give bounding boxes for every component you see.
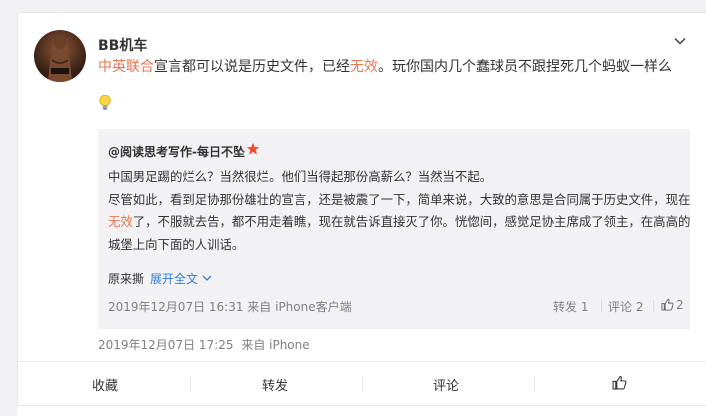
highlight-word[interactable]: 无效 — [108, 214, 133, 229]
thumbs-up-icon[interactable] — [612, 375, 627, 390]
thumbs-up-icon[interactable] — [661, 298, 674, 311]
favorite-button[interactable]: 收藏 — [92, 375, 118, 394]
next-card-edge — [17, 405, 706, 416]
post-text-end: 。玩你国内几个蠢球员不跟捏死几个蚂蚁一样么 — [378, 59, 672, 75]
avatar[interactable] — [34, 30, 86, 82]
star-icon — [246, 142, 260, 155]
post-meta: 2019年12月07日 17:25 来自 iPhone — [98, 336, 310, 353]
original-author[interactable]: @阅读思考写作-每日不坠 — [108, 143, 245, 160]
divider — [190, 376, 191, 392]
reposted-content[interactable]: @阅读思考写作-每日不坠 中国男足踢的烂么？当然很烂。他们当得起那份高薪么？当然… — [98, 129, 690, 329]
original-text-line: 无效了，不服就去告，都不用走着瞧，现在就告诉直接灭了你。恍惚间，感觉足协主席成了… — [108, 211, 690, 234]
original-text-segment: 了，不服就去告，都不用走着瞧，现在就告诉直接灭了你。恍惚间，感觉足协主席成了领主… — [132, 214, 691, 229]
divider — [653, 300, 654, 312]
divider — [534, 376, 535, 392]
divider — [601, 300, 602, 312]
original-meta[interactable]: 2019年12月07日 16:31 来自 iPhone客户端 — [108, 298, 352, 315]
repost-button[interactable]: 转发 — [262, 375, 288, 394]
comment-button[interactable]: 评论 — [433, 375, 459, 394]
expand-full-text-link[interactable]: 展开全文 — [150, 270, 212, 287]
topic-link[interactable]: 中英联合 — [98, 59, 154, 75]
action-bar: 收藏 转发 评论 — [18, 361, 706, 405]
chevron-down-icon[interactable] — [673, 34, 687, 48]
post-source: 来自 iPhone — [241, 338, 310, 352]
original-text: 中国男足踢的烂么？当然很烂。他们当得起那份高薪么？当然当不起。 尽管如此，看到足… — [108, 166, 691, 256]
original-text-tail: 原来撕 — [108, 272, 145, 286]
author-name[interactable]: BB机车 — [98, 35, 147, 55]
original-text-line: 城堡上向下面的人训话。 — [108, 236, 245, 252]
chevron-down-icon — [202, 275, 212, 281]
original-like-count[interactable]: 2 — [676, 298, 684, 312]
weibo-post-card: BB机车 中英联合宣言都可以说是历史文件，已经无效。玩你国内几个蠢球员不跟捏死几… — [17, 12, 706, 405]
original-text-line: 尽管如此，看到足协那份雄壮的宣言，还是被震了一下，简单来说，大致的意思是合同属于… — [108, 191, 691, 207]
lightbulb-emoji-icon — [99, 94, 111, 110]
expand-label: 展开全文 — [150, 272, 199, 286]
divider — [362, 376, 363, 392]
post-text-middle: 宣言都可以说是历史文件，已经 — [154, 59, 350, 75]
post-text: 中英联合宣言都可以说是历史文件，已经无效。玩你国内几个蠢球员不跟捏死几个蚂蚁一样… — [98, 56, 698, 78]
original-repost-button[interactable]: 转发 1 — [553, 298, 588, 315]
highlight-word[interactable]: 无效 — [350, 59, 378, 75]
original-comment-button[interactable]: 评论 2 — [608, 298, 643, 315]
original-text-line: 中国男足踢的烂么？当然很烂。他们当得起那份高薪么？当然当不起。 — [108, 169, 493, 184]
post-timestamp[interactable]: 2019年12月07日 17:25 — [98, 338, 233, 352]
